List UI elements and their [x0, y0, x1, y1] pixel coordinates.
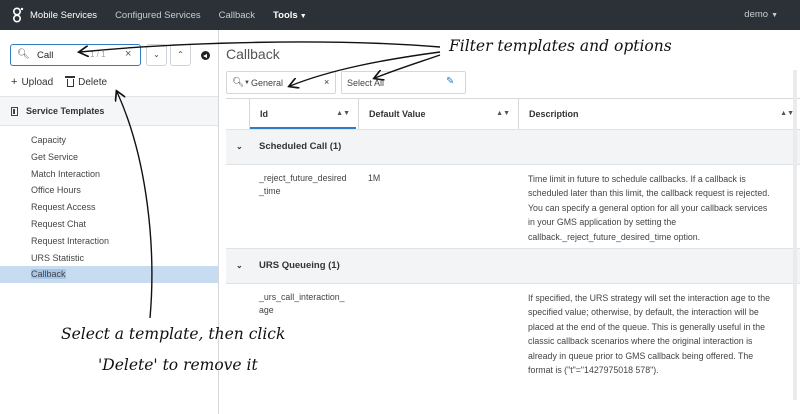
sort-icon: ▲▼ [780, 110, 794, 117]
options-table: Id ▲▼ Default Value ▲▼ Description ▲▼ ⌄ Sch… [226, 98, 800, 414]
group-row-scheduled-call[interactable]: ⌄ Scheduled Call (1) [226, 129, 800, 165]
search-match-count: 1 / 1 [90, 50, 106, 59]
table-header-expander [226, 99, 250, 129]
service-templates-title: Service Templates [26, 106, 105, 116]
description-line: classic callback scenarios where the ori… [528, 336, 753, 347]
description-line: callback._reject_future_desired_time opt… [528, 231, 701, 242]
main-panel: Callback 🔍︎ ▼ General × Select All ✎ Id ▲… [220, 30, 800, 414]
caret-down-icon: ▼ [299, 12, 307, 20]
chevron-down-icon: ⌄ [236, 142, 243, 151]
group-name: URS Queueing (1) [259, 260, 340, 271]
sort-icon: ▲▼ [336, 110, 350, 117]
clear-filter-icon[interactable]: × [324, 77, 329, 87]
column-desc-label: Description [529, 109, 579, 119]
upload-button[interactable]: + Upload [11, 76, 53, 88]
column-header-description[interactable]: Description ▲▼ [518, 99, 800, 129]
option-id: _urs_call_interaction_ age [259, 291, 359, 317]
search-prev-button[interactable]: ⌃ [170, 44, 191, 66]
template-item-office-hours[interactable]: Office Hours [0, 182, 218, 199]
template-item-callback-label: Callback [31, 269, 66, 280]
page-title: Callback [226, 46, 280, 62]
template-list: Capacity Get Service Match Interaction O… [0, 132, 218, 284]
option-id-line: age [259, 305, 274, 315]
user-menu[interactable]: demo ▼ [744, 9, 778, 20]
filter-category-value: General [251, 78, 284, 88]
group-name: Scheduled Call (1) [259, 141, 342, 152]
description-line: already in queue prior to GMS callback b… [528, 350, 754, 361]
column-default-label: Default Value [369, 109, 426, 119]
search-icon: 🔍︎ [17, 49, 30, 60]
nav-configured-services[interactable]: Configured Services [115, 10, 201, 21]
user-name: demo [744, 9, 769, 20]
chevron-down-icon: ⌄ [236, 261, 243, 270]
select-all-placeholder: Select All [347, 78, 385, 88]
search-icon: 🔍︎ [232, 77, 245, 88]
nav-app-name[interactable]: Mobile Services [30, 10, 97, 21]
template-item-request-interaction[interactable]: Request Interaction [0, 233, 218, 250]
annotation-select-line1: Select a template, then click [61, 325, 286, 343]
column-id-label: Id [260, 109, 268, 119]
option-description: If specified, the URS strategy will set … [528, 291, 778, 377]
service-templates-header: Service Templates [0, 96, 218, 126]
chevron-down-icon: ⌄ [153, 50, 160, 59]
nav-callback[interactable]: Callback [219, 10, 255, 21]
vertical-scrollbar[interactable] [793, 70, 797, 400]
option-id-line: _urs_call_interaction_ [259, 292, 345, 302]
option-id-line: _time [259, 186, 281, 196]
trash-icon [65, 76, 76, 87]
nav-tools-menu[interactable]: Tools ▼ [273, 10, 307, 21]
search-next-button[interactable]: ⌄ [146, 44, 167, 66]
description-line: placed at the end of the queue. This is … [528, 321, 766, 332]
caret-down-icon: ▼ [771, 12, 778, 19]
option-description: Time limit in future to schedule callbac… [528, 172, 778, 244]
genesys-logo-icon[interactable] [10, 7, 24, 23]
sidebar-actions: + Upload Delete [11, 76, 121, 88]
description-line: scheduled later than this limit, the cal… [528, 188, 770, 199]
group-row-urs-queueing[interactable]: ⌄ URS Queueing (1) [226, 248, 800, 284]
template-item-request-access[interactable]: Request Access [0, 199, 218, 216]
sort-icon: ▲▼ [496, 110, 510, 117]
template-item-request-chat[interactable]: Request Chat [0, 216, 218, 233]
description-line: specified value; otherwise, by default, … [528, 307, 759, 318]
template-item-match-interaction[interactable]: Match Interaction [0, 166, 218, 183]
option-id: _reject_future_desired _time [259, 172, 359, 198]
template-item-urs-statistic[interactable]: URS Statistic [0, 250, 218, 267]
top-nav-bar: Mobile Services Configured Services Call… [0, 0, 800, 30]
search-value: Call [37, 50, 54, 61]
document-icon [11, 106, 18, 116]
delete-button[interactable]: Delete [65, 76, 108, 88]
column-header-id[interactable]: Id ▲▼ [250, 99, 356, 129]
description-line: If specified, the URS strategy will set … [528, 293, 771, 303]
filter-category-select[interactable]: 🔍︎ ▼ General × [226, 71, 336, 94]
annotation-select-line2: 'Delete' to remove it [98, 356, 258, 374]
caret-down-icon: ▼ [244, 80, 250, 86]
delete-label: Delete [78, 76, 108, 88]
upload-label: Upload [21, 76, 54, 88]
collapse-sidebar-icon[interactable] [201, 51, 210, 60]
annotation-filter: Filter templates and options [449, 37, 672, 55]
description-line: You can specify a general option for all… [528, 202, 768, 213]
template-search-input[interactable]: 🔍︎ Call 1 / 1 × [10, 44, 141, 66]
option-id-line: _reject_future_desired [259, 173, 347, 183]
nav-tools-label: Tools [273, 9, 298, 21]
plus-icon: + [11, 76, 18, 88]
clear-search-icon[interactable]: × [125, 48, 131, 60]
template-item-get-service[interactable]: Get Service [0, 149, 218, 166]
description-line: Time limit in future to schedule callbac… [528, 174, 746, 184]
pencil-icon[interactable]: ✎ [446, 76, 454, 87]
column-header-default-value[interactable]: Default Value ▲▼ [358, 99, 516, 129]
template-item-callback[interactable]: Callback [0, 266, 218, 284]
description-line: in your GMS application by setting the [528, 217, 677, 228]
chevron-up-icon: ⌃ [177, 50, 184, 59]
description-line: format is ("t"="1427975018 578"). [528, 365, 659, 376]
template-item-capacity[interactable]: Capacity [0, 132, 218, 149]
select-all-input[interactable]: Select All ✎ [341, 71, 466, 94]
option-default-value: 1M [368, 173, 381, 183]
